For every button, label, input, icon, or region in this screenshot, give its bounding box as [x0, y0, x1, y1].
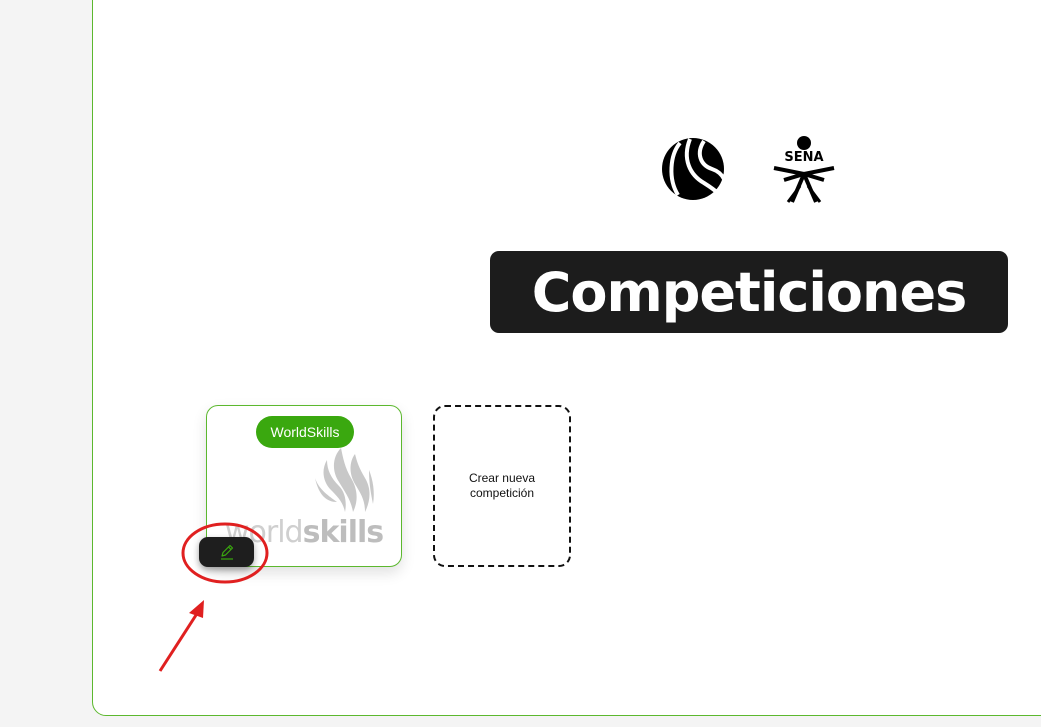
header-logos: SENA	[660, 134, 840, 204]
page-title: Competiciones	[531, 260, 967, 324]
circular-emblem-logo	[662, 138, 726, 200]
create-competition-label: Crear nueva competición	[468, 471, 536, 500]
sena-logo: SENA	[773, 136, 835, 203]
edit-competition-button[interactable]	[199, 537, 254, 567]
page-title-banner: Competiciones	[490, 251, 1008, 333]
main-panel	[92, 0, 1041, 716]
pencil-icon	[220, 544, 233, 560]
worldskills-logo: worldskills	[225, 448, 383, 544]
create-competition-card[interactable]: Crear nueva competición	[433, 405, 571, 567]
sena-logo-text: SENA	[784, 150, 823, 165]
